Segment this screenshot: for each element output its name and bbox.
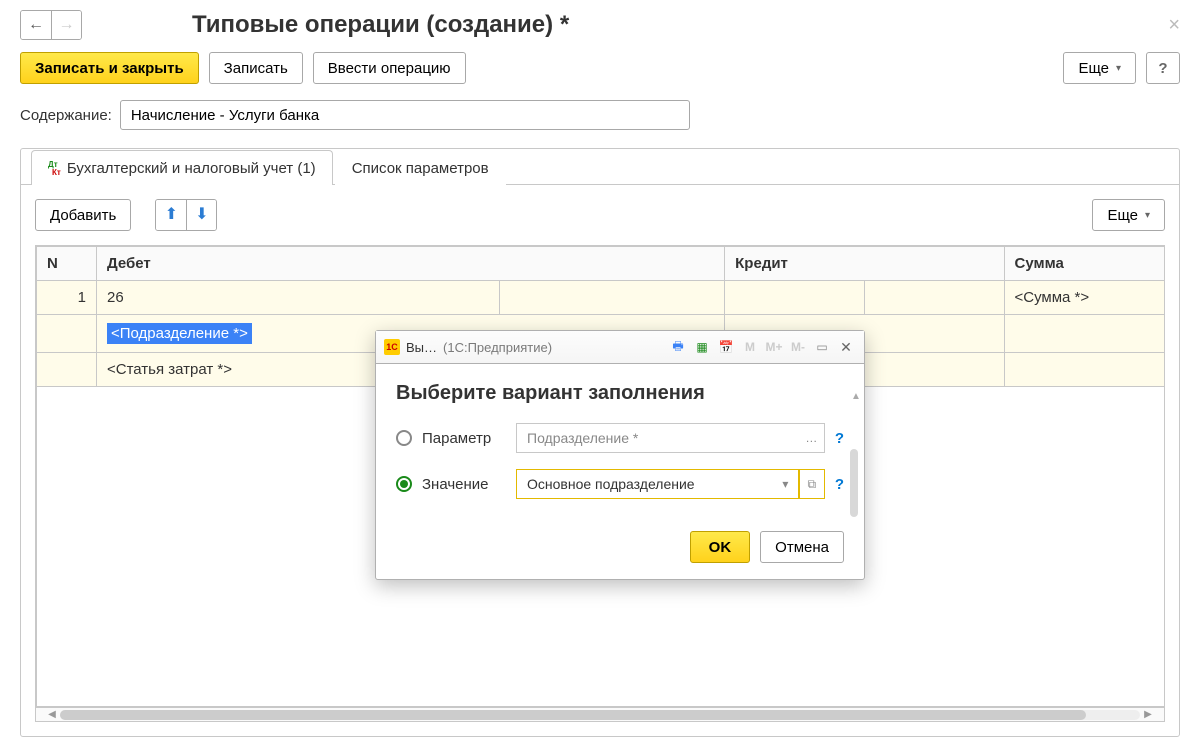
save-button[interactable]: Записать xyxy=(209,52,303,84)
dialog-close-icon[interactable]: ✕ xyxy=(836,337,856,357)
add-button[interactable]: Добавить xyxy=(35,199,131,231)
radio-parameter[interactable] xyxy=(396,430,412,446)
parameter-help-icon[interactable]: ? xyxy=(835,430,844,447)
radio-value[interactable] xyxy=(396,476,412,492)
dialog-scrollbar[interactable]: ▲ xyxy=(850,391,858,519)
value-help-icon[interactable]: ? xyxy=(835,476,844,493)
more-button[interactable]: Еще xyxy=(1063,52,1136,84)
content-input[interactable] xyxy=(120,100,690,130)
cell-debit-extra[interactable] xyxy=(500,281,725,315)
cell-debit-account[interactable]: 26 xyxy=(97,281,500,315)
cell-sum[interactable]: <Сумма *> xyxy=(1004,281,1164,315)
parameter-choose-button[interactable]: … xyxy=(799,423,825,453)
option-parameter-row: Параметр … ? xyxy=(396,423,844,453)
option-value-label: Значение xyxy=(422,476,506,493)
ok-button[interactable]: OK xyxy=(690,531,751,563)
table-row[interactable]: 1 26 <Сумма *> xyxy=(37,281,1165,315)
dialog-title-app: (1С:Предприятие) xyxy=(443,340,552,355)
nav-back-forward: ← → xyxy=(20,10,82,40)
col-credit[interactable]: Кредит xyxy=(725,247,1004,281)
col-n[interactable]: N xyxy=(37,247,97,281)
fill-variant-dialog: 1C Вы… (1С:Предприятие) 🖶 ▦ 📅 M M+ M- ▭ … xyxy=(375,330,865,580)
dtkt-icon: ДтКт xyxy=(48,161,61,177)
dialog-title-short: Вы… xyxy=(406,340,437,355)
calendar-icon[interactable]: 📅 xyxy=(716,337,736,357)
window-restore-icon[interactable]: ▭ xyxy=(812,337,832,357)
tab-bar: ДтКт Бухгалтерский и налоговый учет (1) … xyxy=(21,149,1179,185)
cell-credit-account[interactable] xyxy=(725,281,865,315)
tab-accounting[interactable]: ДтКт Бухгалтерский и налоговый учет (1) xyxy=(31,150,333,185)
dialog-heading: Выберите вариант заполнения xyxy=(396,382,844,405)
nav-back-button[interactable]: ← xyxy=(21,11,51,39)
col-debit[interactable]: Дебет xyxy=(97,247,725,281)
tab-parameters-label: Список параметров xyxy=(352,160,489,177)
option-parameter-label: Параметр xyxy=(422,430,506,447)
m-plus-icon[interactable]: M+ xyxy=(764,337,784,357)
tab-accounting-label: Бухгалтерский и налоговый учет (1) xyxy=(67,160,316,177)
close-icon[interactable]: × xyxy=(1168,14,1180,37)
subdivision-placeholder[interactable]: <Подразделение *> xyxy=(107,323,252,344)
col-sum[interactable]: Сумма xyxy=(1004,247,1164,281)
cell-n[interactable]: 1 xyxy=(37,281,97,315)
calc-icon[interactable]: ▦ xyxy=(692,337,712,357)
move-down-button[interactable]: ⬇ xyxy=(186,200,216,230)
content-label: Содержание: xyxy=(20,107,112,124)
parameter-input[interactable] xyxy=(516,423,799,453)
print-icon[interactable]: 🖶 xyxy=(668,337,688,357)
value-expand-button[interactable]: ⧉ xyxy=(799,469,825,499)
move-arrows: ⬆ ⬇ xyxy=(155,199,217,231)
help-button[interactable]: ? xyxy=(1146,52,1180,84)
save-and-close-button[interactable]: Записать и закрыть xyxy=(20,52,199,84)
value-input[interactable] xyxy=(516,469,773,499)
enter-operation-button[interactable]: Ввести операцию xyxy=(313,52,466,84)
horizontal-scrollbar[interactable]: ◀ ▶ xyxy=(36,707,1164,721)
inner-more-button[interactable]: Еще xyxy=(1092,199,1165,231)
move-up-button[interactable]: ⬆ xyxy=(156,200,186,230)
m-icon[interactable]: M xyxy=(740,337,760,357)
nav-forward-button[interactable]: → xyxy=(51,11,81,39)
option-value-row: Значение ▾ ⧉ ? xyxy=(396,469,844,499)
main-toolbar: Записать и закрыть Записать Ввести опера… xyxy=(20,52,1180,84)
dialog-titlebar[interactable]: 1C Вы… (1С:Предприятие) 🖶 ▦ 📅 M M+ M- ▭ … xyxy=(376,331,864,364)
value-dropdown-button[interactable]: ▾ xyxy=(773,469,799,499)
app-icon: 1C xyxy=(384,339,400,355)
tab-parameters[interactable]: Список параметров xyxy=(335,150,506,185)
cell-credit-extra[interactable] xyxy=(864,281,1004,315)
m-minus-icon[interactable]: M- xyxy=(788,337,808,357)
cancel-button[interactable]: Отмена xyxy=(760,531,844,563)
page-title: Типовые операции (создание) * xyxy=(192,11,569,39)
